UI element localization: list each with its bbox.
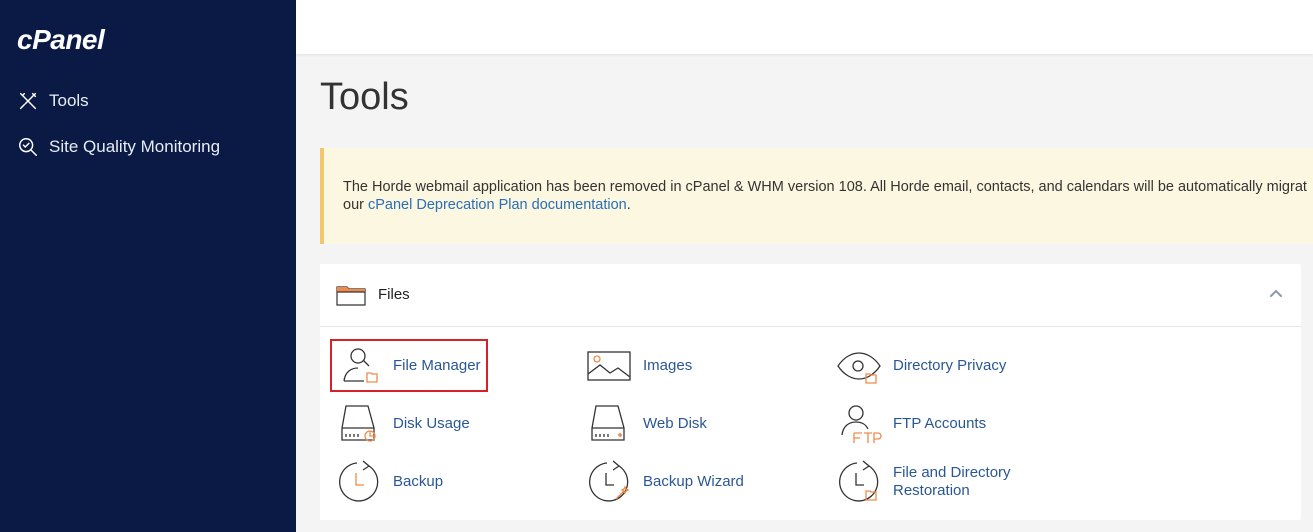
backup-icon	[338, 460, 379, 502]
sidebar-item-tools[interactable]: Tools	[17, 90, 89, 112]
files-panel-header[interactable]: Files	[320, 264, 1301, 327]
tool-directory-privacy[interactable]: Directory Privacy	[836, 343, 1006, 389]
tool-label: FTP Accounts	[893, 415, 987, 432]
page-title: Tools	[320, 76, 409, 118]
backup-wizard-icon	[588, 460, 630, 502]
notice-line-1: The Horde webmail application has been r…	[343, 179, 1307, 195]
ftp-accounts-icon	[841, 405, 882, 443]
tool-label: Disk Usage	[393, 415, 470, 432]
tool-label: File and Directory Restoration	[893, 464, 1011, 500]
tool-label: Web Disk	[643, 415, 707, 432]
folder-icon	[336, 286, 366, 306]
tool-backup-wizard[interactable]: Backup Wizard	[586, 459, 744, 505]
tool-file-directory-restoration[interactable]: File and Directory Restoration	[836, 459, 1011, 505]
notice-suffix: .	[626, 197, 631, 213]
tool-ftp-accounts[interactable]: FTP Accounts	[836, 401, 986, 447]
tool-label: Backup Wizard	[643, 473, 744, 490]
directory-privacy-icon	[837, 352, 881, 384]
tool-backup[interactable]: Backup	[336, 459, 443, 505]
top-bar	[296, 0, 1313, 54]
tool-label-line-2: Restoration	[893, 482, 970, 499]
site-quality-icon	[19, 138, 37, 156]
images-icon	[587, 351, 631, 381]
tools-icon	[19, 92, 37, 110]
file-directory-restoration-icon	[838, 460, 879, 502]
tool-label-line-1: File and Directory	[893, 464, 1011, 481]
tool-label: Directory Privacy	[893, 357, 1007, 374]
tool-label: Backup	[393, 473, 444, 490]
deprecation-plan-link[interactable]: cPanel Deprecation Plan documentation	[368, 197, 627, 213]
files-panel: Files	[320, 264, 1301, 520]
sidebar-item-label: Site Quality Monitoring	[49, 137, 221, 156]
notice-line-2: our cPanel Deprecation Plan documentatio…	[343, 196, 1313, 214]
tool-web-disk[interactable]: Web Disk	[586, 401, 707, 447]
files-panel-title: Files	[378, 286, 410, 303]
web-disk-icon	[591, 405, 625, 441]
deprecation-notice: The Horde webmail application has been r…	[320, 148, 1313, 244]
cpanel-logo[interactable]: cPanel	[17, 24, 105, 56]
chevron-up-icon[interactable]	[1269, 288, 1283, 298]
tool-disk-usage[interactable]: Disk Usage	[336, 401, 470, 447]
disk-usage-icon	[341, 405, 376, 442]
notice-prefix: our	[343, 197, 368, 213]
tool-images[interactable]: Images	[586, 343, 692, 389]
tool-label: Images	[643, 357, 693, 374]
sidebar: cPanel Tools Site Quality Monitoring	[0, 0, 296, 532]
sidebar-item-site-quality-monitoring[interactable]: Site Quality Monitoring	[17, 136, 220, 158]
file-manager-highlight	[330, 339, 488, 392]
sidebar-item-label: Tools	[49, 91, 89, 110]
